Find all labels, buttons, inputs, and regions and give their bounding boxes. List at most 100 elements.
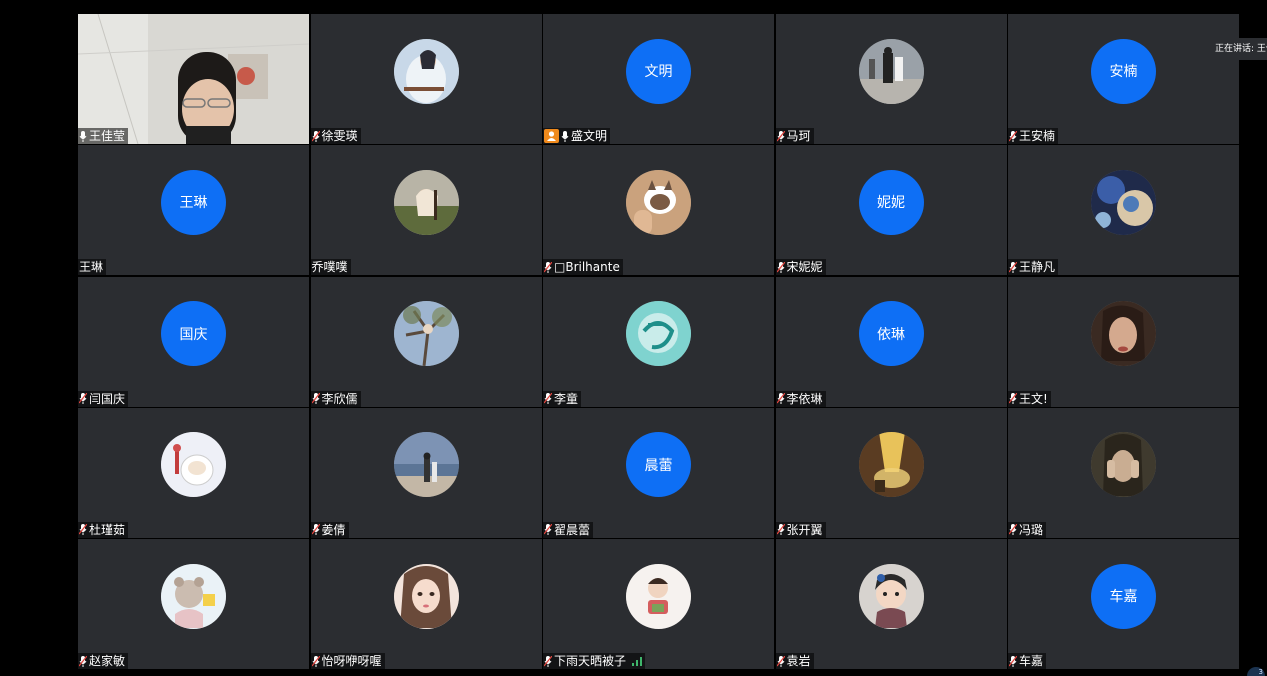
- participant-tile[interactable]: 冯璐: [1008, 407, 1239, 538]
- participant-tile[interactable]: 王静凡: [1008, 145, 1239, 276]
- participant-name: 车嘉: [1019, 654, 1044, 668]
- participant-tile[interactable]: 徐雯瑛: [310, 14, 542, 144]
- participant-tile[interactable]: 妮妮 宋妮妮: [775, 145, 1007, 276]
- participant-tile[interactable]: 杜瑾茹: [78, 407, 309, 538]
- participant-name: 张开翼: [786, 522, 823, 537]
- profile-photo-avatar: [1091, 432, 1156, 498]
- participant-nameplate: 闫国庆: [78, 390, 129, 407]
- participant-name: 王安楠: [1019, 129, 1056, 143]
- participant-tile[interactable]: 王琳 王琳: [78, 145, 309, 276]
- participant-name: 闫国庆: [89, 391, 126, 406]
- participant-nameplate: 杜瑾茹: [78, 521, 129, 538]
- participant-tile[interactable]: 依琳 李依琳: [775, 276, 1007, 407]
- profile-photo-avatar: [626, 563, 691, 629]
- participant-grid: 王佳莹 徐雯瑛 文明 盛文明 马珂 安楠 王安楠 王琳 王琳 乔噗噗 □Bril…: [78, 14, 1240, 669]
- participant-tile[interactable]: 车嘉 车嘉: [1008, 539, 1239, 669]
- participant-nameplate: 王静凡: [1008, 259, 1059, 276]
- participant-nameplate: 马珂: [775, 128, 814, 144]
- participant-nameplate: 宋妮妮: [775, 259, 826, 276]
- meeting-gallery-view: 王佳莹 徐雯瑛 文明 盛文明 马珂 安楠 王安楠 王琳 王琳 乔噗噗 □Bril…: [0, 0, 1267, 676]
- participant-tile[interactable]: 晨蕾 翟晨蕾: [543, 407, 774, 538]
- mic-muted-icon: [311, 655, 320, 667]
- mic-muted-icon: [79, 655, 87, 667]
- initials-avatar: 文明: [626, 38, 691, 104]
- participant-count-badge[interactable]: 3: [1247, 667, 1265, 676]
- participant-tile[interactable]: 下雨天晒被子: [543, 539, 774, 669]
- profile-photo-avatar: [1091, 301, 1156, 366]
- mic-muted-icon: [544, 655, 552, 667]
- participant-tile[interactable]: 乔噗噗: [310, 145, 542, 276]
- mic-muted-icon: [1009, 130, 1017, 142]
- profile-photo-avatar: [858, 432, 924, 498]
- participant-tile[interactable]: □Brilhante: [543, 145, 774, 276]
- participant-tile[interactable]: 安楠 王安楠: [1008, 14, 1239, 144]
- mic-muted-icon: [1009, 524, 1017, 536]
- mic-muted-icon: [311, 130, 320, 142]
- initials-avatar: 国庆: [161, 301, 226, 366]
- participant-tile[interactable]: 文明 盛文明: [543, 14, 774, 144]
- participant-name: 王文!: [1019, 391, 1048, 406]
- participant-name: 袁岩: [786, 654, 811, 668]
- mic-on-icon: [79, 130, 87, 142]
- participant-nameplate: 李欣儒: [310, 390, 361, 407]
- mic-muted-icon: [776, 130, 785, 142]
- participant-nameplate: 李童: [543, 390, 582, 407]
- participant-tile[interactable]: 李欣儒: [310, 276, 542, 407]
- participant-nameplate: 王琳: [78, 259, 107, 276]
- participant-nameplate: 王安楠: [1008, 128, 1059, 144]
- initials-avatar: 王琳: [161, 169, 226, 235]
- participant-name: 王静凡: [1019, 260, 1056, 275]
- participant-name: 宋妮妮: [786, 260, 823, 275]
- participant-tile[interactable]: 赵家敏: [78, 539, 309, 669]
- participant-name: 赵家敏: [89, 654, 126, 668]
- participant-tile[interactable]: 张开翼: [775, 407, 1007, 538]
- participant-nameplate: □Brilhante: [543, 259, 623, 276]
- participant-nameplate: 冯璐: [1008, 521, 1047, 538]
- participant-name: 盛文明: [571, 129, 608, 143]
- profile-photo-avatar: [393, 38, 459, 104]
- initials-avatar: 妮妮: [858, 169, 924, 235]
- participant-tile[interactable]: 怡呀咿呀喔: [310, 539, 542, 669]
- profile-photo-avatar: [161, 432, 226, 498]
- participant-tile[interactable]: 李童: [543, 276, 774, 407]
- participant-nameplate: 乔噗噗: [310, 259, 351, 276]
- participant-name: 杜瑾茹: [89, 522, 126, 537]
- mic-muted-icon: [544, 524, 552, 536]
- participant-name: 李依琳: [786, 391, 823, 406]
- mic-muted-icon: [1009, 393, 1017, 404]
- participant-name: 李童: [554, 391, 579, 406]
- mic-muted-icon: [544, 393, 552, 404]
- mic-muted-icon: [776, 655, 785, 667]
- profile-photo-avatar: [161, 563, 226, 629]
- profile-photo-avatar: [626, 301, 691, 366]
- camera-video: [78, 14, 309, 144]
- profile-photo-avatar: [626, 169, 691, 235]
- participant-tile[interactable]: 姜倩: [310, 407, 542, 538]
- network-signal-icon: [632, 656, 643, 666]
- participant-tile[interactable]: 王文!: [1008, 276, 1239, 407]
- participant-nameplate: 徐雯瑛: [310, 128, 361, 144]
- profile-photo-avatar: [393, 169, 459, 235]
- participant-nameplate: 姜倩: [310, 521, 349, 538]
- profile-photo-avatar: [858, 38, 924, 104]
- participant-nameplate: 张开翼: [775, 521, 826, 538]
- participant-tile[interactable]: 国庆 闫国庆: [78, 276, 309, 407]
- participant-name: 翟晨蕾: [554, 522, 591, 537]
- participant-tile[interactable]: 袁岩: [775, 539, 1007, 669]
- participant-nameplate: 怡呀咿呀喔: [310, 653, 385, 669]
- mic-muted-icon: [311, 524, 320, 536]
- participant-tile[interactable]: 马珂: [775, 14, 1007, 144]
- participant-nameplate: 李依琳: [775, 390, 826, 407]
- profile-photo-avatar: [393, 432, 459, 498]
- initials-avatar: 依琳: [858, 301, 924, 366]
- participant-tile[interactable]: 王佳莹: [78, 14, 309, 144]
- participant-name: 王佳莹: [89, 129, 126, 143]
- participant-nameplate: 盛文明: [543, 128, 611, 144]
- initials-avatar: 晨蕾: [626, 432, 691, 498]
- participant-name: 怡呀咿呀喔: [321, 654, 382, 668]
- mic-muted-icon: [544, 261, 552, 273]
- participant-name: 马珂: [786, 129, 811, 143]
- mic-muted-icon: [311, 393, 320, 404]
- active-speaker-indicator: 正在讲话: 王佳: [1207, 38, 1267, 60]
- mic-muted-icon: [776, 524, 785, 536]
